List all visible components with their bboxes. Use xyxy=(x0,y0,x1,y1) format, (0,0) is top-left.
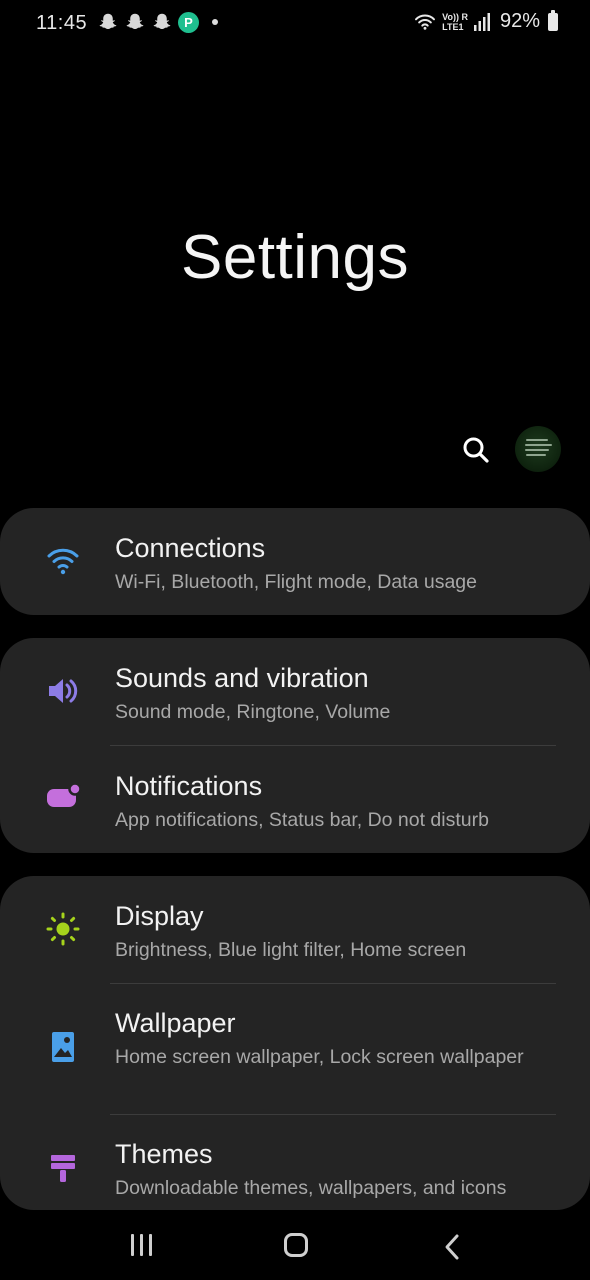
item-title: Wallpaper xyxy=(115,1008,236,1038)
app-p-icon: P xyxy=(178,11,199,33)
status-time: 11:45 xyxy=(36,12,88,34)
search-icon[interactable] xyxy=(458,432,494,468)
item-subtitle: Home screen wallpaper, Lock screen wallp… xyxy=(115,1046,524,1068)
page-title: Settings xyxy=(180,223,410,292)
back-icon[interactable] xyxy=(440,1232,464,1262)
settings-item-connections[interactable]: Connections Wi-Fi, Bluetooth, Flight mod… xyxy=(0,508,590,615)
item-title: Display xyxy=(115,901,204,931)
item-subtitle: Brightness, Blue light filter, Home scre… xyxy=(115,939,467,961)
volume-icon xyxy=(44,672,82,710)
network-type: Vo)) R LTE1 xyxy=(442,12,468,32)
paint-brush-icon xyxy=(44,1149,82,1187)
item-title: Themes xyxy=(115,1139,213,1169)
navigation-bar xyxy=(0,1212,590,1280)
settings-item-sounds[interactable]: Sounds and vibration Sound mode, Rington… xyxy=(0,638,590,745)
item-subtitle: Downloadable themes, wallpapers, and ico… xyxy=(115,1177,507,1199)
recent-apps-icon[interactable] xyxy=(131,1234,155,1258)
snapchat-icon xyxy=(126,13,144,29)
notification-icon xyxy=(44,778,82,816)
item-title: Connections xyxy=(115,533,266,563)
dot-icon xyxy=(212,19,218,25)
settings-group-connections: Connections Wi-Fi, Bluetooth, Flight mod… xyxy=(0,508,590,615)
settings-group-display: Display Brightness, Blue light filter, H… xyxy=(0,876,590,1210)
settings-item-wallpaper[interactable]: Wallpaper Home screen wallpaper, Lock sc… xyxy=(0,984,590,1114)
profile-avatar[interactable] xyxy=(515,426,561,472)
snapchat-icon xyxy=(153,13,171,29)
item-title: Notifications xyxy=(115,771,263,801)
notification-icons: P xyxy=(97,11,218,33)
battery-percent: 92% xyxy=(499,10,540,32)
home-icon[interactable] xyxy=(284,1233,308,1257)
status-right: Vo)) R LTE1 92% xyxy=(414,9,558,33)
settings-item-notifications[interactable]: Notifications App notifications, Status … xyxy=(0,746,590,853)
item-title: Sounds and vibration xyxy=(115,663,369,693)
item-subtitle: App notifications, Status bar, Do not di… xyxy=(115,809,489,831)
image-icon xyxy=(44,1028,82,1066)
volte-label: Vo)) R xyxy=(442,11,468,22)
battery-icon xyxy=(548,9,558,31)
lte-label: LTE1 xyxy=(442,21,464,32)
settings-item-display[interactable]: Display Brightness, Blue light filter, H… xyxy=(0,876,590,983)
settings-group-sounds: Sounds and vibration Sound mode, Rington… xyxy=(0,638,590,853)
sun-icon xyxy=(44,910,82,948)
status-bar: 11:45 P Vo)) R LTE1 92% xyxy=(0,0,590,46)
item-subtitle: Sound mode, Ringtone, Volume xyxy=(115,701,391,723)
item-subtitle: Wi-Fi, Bluetooth, Flight mode, Data usag… xyxy=(115,571,477,593)
snapchat-icon xyxy=(99,13,117,29)
wifi-status-icon xyxy=(415,14,436,30)
settings-item-themes[interactable]: Themes Downloadable themes, wallpapers, … xyxy=(0,1115,590,1210)
wifi-icon xyxy=(44,542,82,580)
signal-icon xyxy=(473,12,490,31)
